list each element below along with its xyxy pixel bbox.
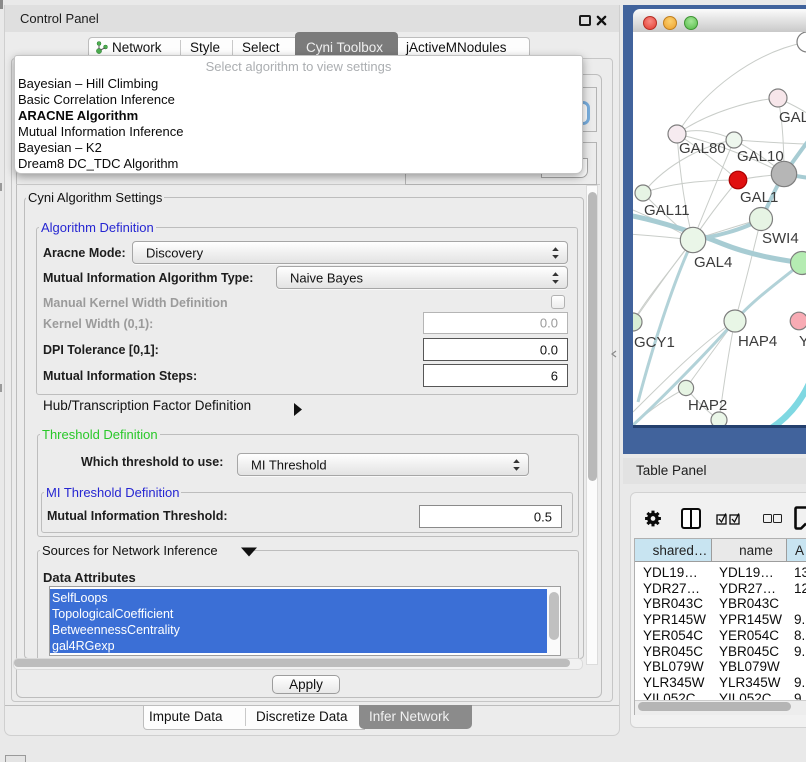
svg-text:GCY1: GCY1 [634, 334, 675, 351]
svg-text:GAL10: GAL10 [737, 148, 784, 165]
svg-text:Y: Y [799, 333, 806, 350]
svg-text:GAL1: GAL1 [740, 189, 778, 206]
svg-text:GAL80: GAL80 [679, 140, 726, 157]
svg-text:HAP4: HAP4 [738, 333, 777, 350]
svg-text:GAL4: GAL4 [694, 254, 732, 271]
svg-text:HAP2: HAP2 [688, 397, 727, 414]
svg-text:GAL7: GAL7 [779, 109, 806, 126]
svg-text:SWI4: SWI4 [762, 230, 799, 247]
svg-text:GAL11: GAL11 [644, 202, 690, 219]
